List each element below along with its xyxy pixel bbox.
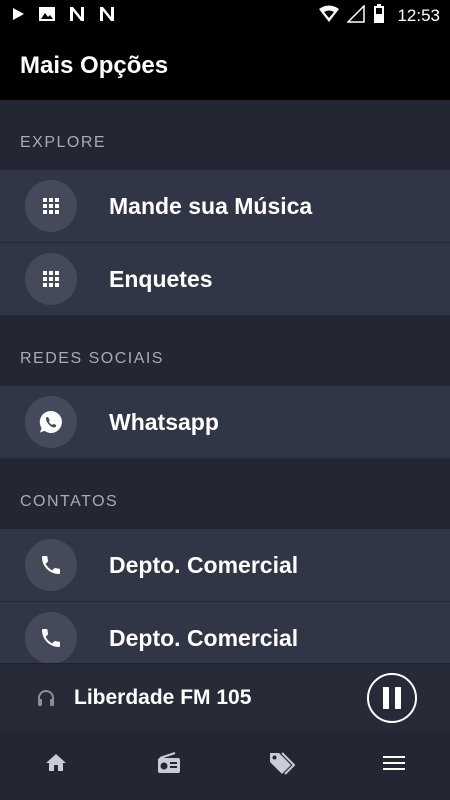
bottom-nav <box>0 731 450 800</box>
nav-radio-button[interactable] <box>139 741 199 791</box>
menu-item-label: Mande sua Música <box>109 192 313 219</box>
section-header-contatos: CONTATOS <box>0 459 450 529</box>
wifi-icon <box>319 5 340 28</box>
n-icon <box>98 6 116 27</box>
image-icon <box>38 6 56 27</box>
play-icon <box>10 6 26 27</box>
menu-item-depto-comercial[interactable]: Depto. Comercial <box>0 602 450 663</box>
battery-icon <box>373 3 385 29</box>
menu-item-label: Depto. Comercial <box>109 624 299 651</box>
n-icon <box>68 6 86 27</box>
pause-button[interactable] <box>367 673 417 723</box>
signal-icon <box>346 3 366 28</box>
pause-icon <box>395 687 401 709</box>
nav-home-button[interactable] <box>26 741 86 791</box>
player-bar[interactable]: Liberdade FM 105 <box>0 663 450 731</box>
grid-icon <box>25 180 77 232</box>
nav-menu-button[interactable] <box>364 741 424 791</box>
pause-icon <box>383 687 389 709</box>
nav-tags-button[interactable] <box>251 741 311 791</box>
system-icons: 12:53 <box>319 3 440 29</box>
home-icon <box>44 751 68 780</box>
menu-item-enquetes[interactable]: Enquetes <box>0 243 450 316</box>
phone-icon <box>25 612 77 663</box>
phone-icon <box>25 539 77 591</box>
status-bar: 12:53 <box>0 0 450 32</box>
headphones-icon <box>36 688 56 708</box>
station-name: Liberdade FM 105 <box>74 685 252 709</box>
menu-item-label: Depto. Comercial <box>109 551 299 578</box>
clock: 12:53 <box>397 6 440 25</box>
menu-item-whatsapp[interactable]: Whatsapp <box>0 386 450 459</box>
section-header-redes-sociais: REDES SOCIAIS <box>0 316 450 386</box>
menu-item-label: Enquetes <box>109 265 213 292</box>
notification-icons <box>10 6 116 27</box>
section-header-explore: EXPLORE <box>0 100 450 170</box>
menu-icon <box>382 751 406 780</box>
page-title: Mais Opções <box>20 52 169 79</box>
menu-item-mande-sua-musica[interactable]: Mande sua Música <box>0 170 450 243</box>
options-list[interactable]: EXPLORE Mande sua Música Enquetes REDES … <box>0 100 450 663</box>
menu-item-label: Whatsapp <box>109 408 219 435</box>
menu-item-depto-comercial[interactable]: Depto. Comercial <box>0 529 450 602</box>
whatsapp-icon <box>25 396 77 448</box>
app-header: Mais Opções <box>0 32 450 100</box>
grid-icon <box>25 253 77 305</box>
tag-icon <box>267 749 296 782</box>
radio-icon <box>156 751 182 780</box>
